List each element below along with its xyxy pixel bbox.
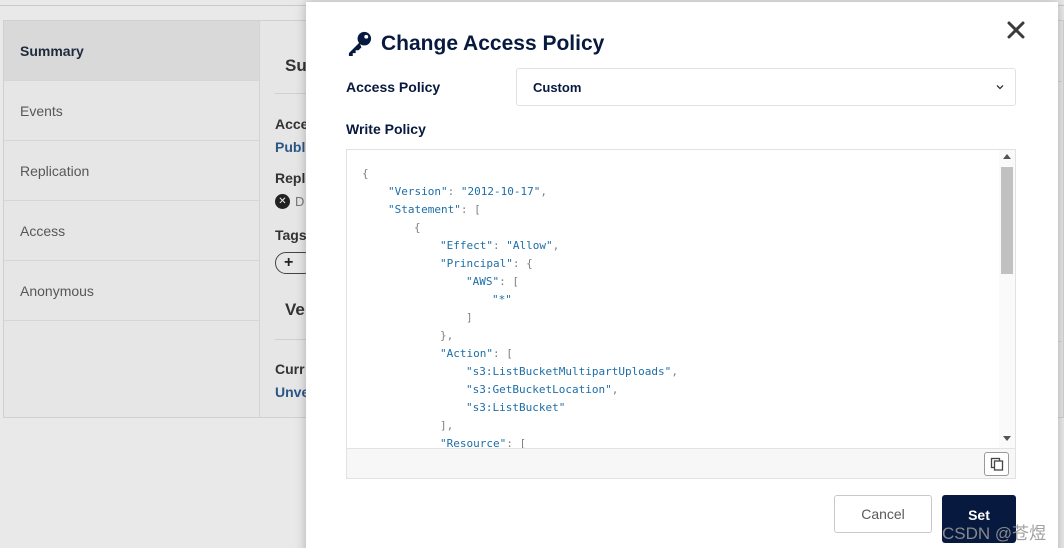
code-line: "s3:ListBucketMultipartUploads", [362, 363, 999, 381]
dialog-title-text: Change Access Policy [381, 31, 605, 55]
code-line: "Action": [ [362, 345, 999, 363]
code-token: "s3:GetBucketLocation" [466, 383, 612, 396]
close-icon[interactable] [1006, 20, 1026, 40]
access-value-link[interactable]: Publ [275, 139, 305, 155]
scroll-up-arrow-icon[interactable] [1003, 154, 1011, 159]
editor-scrollbar[interactable] [999, 150, 1015, 448]
tab-access[interactable]: Access [4, 201, 259, 261]
code-line: "Version": "2012-10-17", [362, 183, 999, 201]
tab-label: Events [20, 102, 63, 119]
code-token: "AWS" [466, 275, 500, 288]
key-icon [348, 31, 372, 57]
code-token: "*" [492, 293, 512, 306]
code-token: { [362, 167, 369, 180]
code-token: ], [440, 419, 454, 432]
code-token: , [552, 239, 560, 252]
policy-editor[interactable]: {"Version": "2012-10-17", "Statement": [{… [346, 149, 1016, 479]
code-token: : [ [460, 203, 481, 216]
code-line: ] [362, 309, 999, 327]
code-line: }, [362, 327, 999, 345]
code-token: ] [466, 311, 473, 324]
write-policy-label: Write Policy [346, 121, 426, 137]
code-token: { [414, 221, 421, 234]
code-line: "s3:ListBucket" [362, 399, 999, 417]
dialog-title: Change Access Policy [346, 30, 604, 57]
code-token: "Allow" [506, 239, 553, 252]
replication-status-text: D [295, 194, 305, 209]
code-token: : [ [499, 275, 519, 288]
code-token: , [611, 383, 619, 396]
policy-code[interactable]: {"Version": "2012-10-17", "Statement": [{… [347, 150, 999, 450]
tab-label: Anonymous [20, 282, 94, 299]
code-token: "2012-10-17" [460, 185, 541, 198]
access-policy-select[interactable]: Custom [516, 68, 1016, 106]
disabled-icon: ✕ [275, 194, 290, 209]
code-line: ], [362, 417, 999, 435]
access-policy-label: Access Policy [346, 79, 441, 95]
code-line: "*" [362, 291, 999, 309]
watermark: CSDN @苍煜 [942, 524, 1047, 543]
tab-summary[interactable]: Summary [4, 21, 259, 81]
cancel-button[interactable]: Cancel [834, 495, 932, 533]
code-token: , [671, 365, 678, 378]
tab-label: Summary [20, 42, 84, 59]
code-token: : [ [492, 347, 513, 360]
change-access-policy-dialog: Change Access Policy Access Policy Custo… [306, 2, 1058, 548]
code-token: "Action" [440, 347, 493, 360]
code-line: "Effect": "Allow", [362, 237, 999, 255]
code-token: "Effect" [440, 239, 493, 252]
tab-label: Replication [20, 162, 90, 179]
code-line: "Principal": { [362, 255, 999, 273]
editor-footer [347, 448, 1015, 478]
code-line: "s3:GetBucketLocation", [362, 381, 999, 399]
tags-label: Tags [275, 227, 307, 243]
bucket-tabs: Summary Events Replication Access Anonym… [4, 21, 260, 417]
code-token: "Principal" [440, 257, 513, 270]
copy-icon [990, 457, 1003, 471]
access-label: Acce [275, 116, 309, 132]
code-token: : [447, 185, 461, 198]
code-line: "Statement": [ [362, 201, 999, 219]
copy-button[interactable] [984, 452, 1009, 476]
code-token: "Version" [388, 185, 448, 198]
code-token: "s3:ListBucketMultipartUploads" [466, 365, 672, 378]
code-token: : { [512, 257, 533, 270]
chevron-down-icon [996, 85, 1004, 90]
code-line: { [362, 165, 999, 183]
code-token: "s3:ListBucket" [466, 401, 566, 414]
replication-label: Repl [275, 170, 306, 186]
summary-heading: Su [285, 56, 307, 75]
tab-events[interactable]: Events [4, 81, 259, 141]
code-token: : [492, 239, 507, 252]
current-status-label: Curr [275, 361, 305, 377]
tab-replication[interactable]: Replication [4, 141, 259, 201]
access-policy-value: Custom [533, 79, 582, 95]
code-token: "Statement" [388, 203, 461, 216]
tab-label: Access [20, 222, 66, 239]
code-token: }, [440, 329, 454, 342]
tab-anonymous[interactable]: Anonymous [4, 261, 259, 321]
current-status-value: Unve [275, 384, 310, 400]
code-line: "AWS": [ [362, 273, 999, 291]
scroll-down-arrow-icon[interactable] [1003, 436, 1011, 441]
scroll-thumb[interactable] [1001, 167, 1013, 274]
code-token: , [540, 185, 547, 198]
replication-status: ✕ D [275, 194, 304, 209]
versioning-heading: Ve [285, 300, 305, 319]
code-line: { [362, 219, 999, 237]
